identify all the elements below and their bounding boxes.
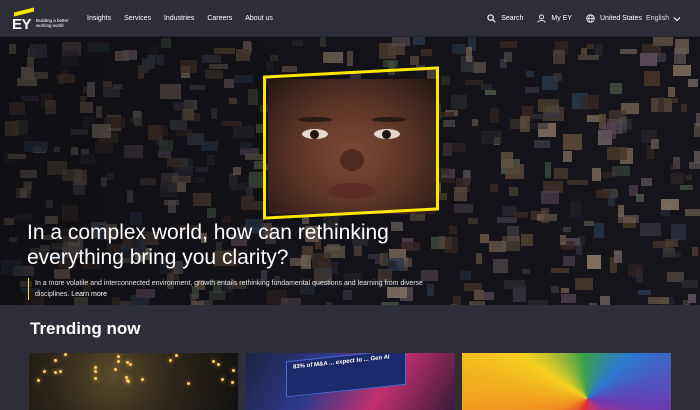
ey-logo[interactable]: EY Building a better working world (12, 6, 74, 33)
user-icon (537, 14, 546, 23)
logo-text: EY (12, 16, 32, 33)
primary-nav: Insights Services Industries Careers Abo… (87, 0, 286, 37)
string-light (117, 360, 120, 363)
string-light (212, 360, 215, 363)
string-light (231, 381, 234, 384)
string-light (217, 363, 220, 366)
string-light (187, 382, 190, 385)
string-light (169, 359, 172, 362)
search-button[interactable]: Search (487, 14, 523, 23)
string-light (232, 369, 235, 372)
card-2-billboard-text: 83% of M&A ... expect to ... Gen AI (293, 354, 390, 371)
trending-card-1[interactable] (29, 353, 238, 410)
string-light (126, 379, 129, 382)
string-light (141, 378, 144, 381)
string-light (221, 378, 224, 381)
hero-banner: In a complex world, how can rethinking e… (0, 37, 700, 305)
top-navigation: EY Building a better working world Insig… (0, 0, 700, 37)
trending-heading: Trending now (30, 319, 141, 338)
learn-more-link[interactable]: Learn more (71, 291, 107, 298)
hero-description: In a more volatile and interconnected en… (28, 278, 443, 300)
nav-link-industries[interactable]: Industries (164, 15, 194, 22)
region-language-selector[interactable]: United States English (586, 14, 686, 23)
search-label: Search (501, 15, 524, 22)
ey-logo-mark: EY (12, 7, 34, 33)
string-light (114, 368, 117, 371)
logo-tagline: Building a better working world (36, 18, 69, 28)
string-light (125, 376, 128, 379)
nav-link-careers[interactable]: Careers (207, 15, 232, 22)
nav-link-about-us[interactable]: About us (245, 15, 273, 22)
string-light (64, 353, 67, 356)
string-light (37, 379, 40, 382)
string-light (175, 354, 178, 357)
string-light (94, 377, 97, 380)
search-icon (487, 14, 496, 23)
string-light (126, 361, 129, 364)
utility-nav: Search My EY United States English (473, 0, 686, 37)
string-light (54, 371, 57, 374)
nav-link-services[interactable]: Services (124, 15, 151, 22)
nav-link-insights[interactable]: Insights (87, 15, 111, 22)
hero-title: In a complex world, how can rethinking e… (27, 221, 389, 269)
string-light (43, 370, 46, 373)
string-light (94, 370, 97, 373)
trending-card-2[interactable]: 83% of M&A ... expect to ... Gen AI (246, 353, 455, 410)
card-1-image (29, 353, 238, 410)
string-light (117, 355, 120, 358)
language-label: English (646, 15, 669, 22)
string-light (59, 370, 62, 373)
yellow-frame (263, 66, 439, 220)
string-light (54, 359, 57, 362)
my-ey-button[interactable]: My EY (537, 14, 572, 23)
globe-icon (586, 14, 595, 23)
chevron-down-icon (673, 16, 681, 21)
my-ey-label: My EY (551, 15, 572, 22)
trending-card-3[interactable] (462, 353, 671, 410)
string-light (129, 363, 132, 366)
string-light (94, 366, 97, 369)
region-label: United States (600, 15, 643, 22)
card-2-billboard: 83% of M&A ... expect to ... Gen AI (286, 353, 406, 398)
